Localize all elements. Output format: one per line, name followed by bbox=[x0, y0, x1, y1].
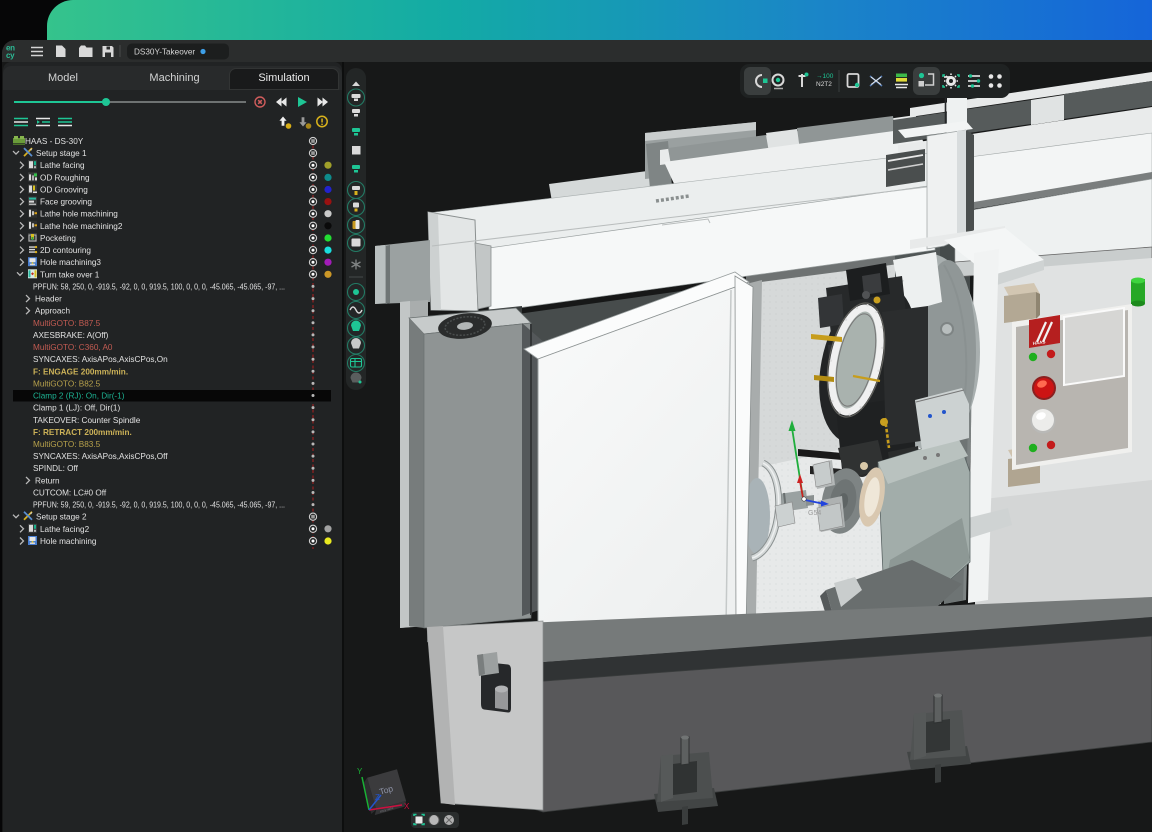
svg-text:Lathe facing2: Lathe facing2 bbox=[40, 525, 90, 534]
svg-text:SYNCAXES: AxisAPos,AxisCPos,Of: SYNCAXES: AxisAPos,AxisCPos,Off bbox=[33, 452, 168, 461]
svg-text:CUTCOM: LC#0 Off: CUTCOM: LC#0 Off bbox=[33, 489, 107, 498]
svg-text:Approach: Approach bbox=[35, 307, 70, 316]
svg-text:Return: Return bbox=[35, 476, 60, 485]
svg-text:Clamp 2 (RJ): On, Dir(-1): Clamp 2 (RJ): On, Dir(-1) bbox=[33, 392, 125, 401]
svg-text:SPINDL: Off: SPINDL: Off bbox=[33, 464, 79, 473]
svg-text:DS30Y-Takeover: DS30Y-Takeover bbox=[134, 48, 195, 57]
svg-text:Y: Y bbox=[357, 767, 363, 776]
svg-text:Pocketing: Pocketing bbox=[40, 234, 76, 243]
svg-text:MultiGOTO: C360, A0: MultiGOTO: C360, A0 bbox=[33, 343, 113, 352]
svg-text:2D contouring: 2D contouring bbox=[40, 246, 91, 255]
svg-text:Face grooving: Face grooving bbox=[40, 198, 92, 207]
svg-text:MultiGOTO: B83.5: MultiGOTO: B83.5 bbox=[33, 440, 101, 449]
svg-text:Z: Z bbox=[375, 793, 380, 802]
svg-text:SYNCAXES: AxisAPos,AxisCPos,On: SYNCAXES: AxisAPos,AxisCPos,On bbox=[33, 355, 168, 364]
svg-text:N2T2: N2T2 bbox=[816, 81, 832, 88]
svg-text:TAKEOVER: Counter Spindle: TAKEOVER: Counter Spindle bbox=[33, 416, 141, 425]
svg-text:OD Grooving: OD Grooving bbox=[40, 186, 88, 195]
svg-text:Hole machining3: Hole machining3 bbox=[40, 258, 101, 267]
svg-text:PPFUN: 58, 250, 0, -919.5, -92: PPFUN: 58, 250, 0, -919.5, -92, 0, 0, 91… bbox=[33, 282, 285, 291]
svg-text:Setup stage 2: Setup stage 2 bbox=[36, 513, 87, 522]
svg-text:X: X bbox=[404, 802, 410, 811]
svg-text:HAAS - DS-30Y: HAAS - DS-30Y bbox=[25, 137, 84, 146]
svg-text:PPFUN: 59, 250, 0, -919.5, -92: PPFUN: 59, 250, 0, -919.5, -92, 0, 0, 91… bbox=[33, 501, 285, 510]
svg-text:MultiGOTO: B87.5: MultiGOTO: B87.5 bbox=[33, 319, 101, 328]
svg-text:Clamp 1 (LJ): Off, Dir(1): Clamp 1 (LJ): Off, Dir(1) bbox=[33, 404, 120, 413]
svg-text:Setup stage 1: Setup stage 1 bbox=[36, 149, 87, 158]
svg-text:AXESBRAKE: A(Off): AXESBRAKE: A(Off) bbox=[33, 331, 109, 340]
svg-text:Lathe facing: Lathe facing bbox=[40, 161, 85, 170]
svg-text:F: RETRACT 200mm/min.: F: RETRACT 200mm/min. bbox=[33, 428, 132, 437]
svg-text:MultiGOTO: B82.5: MultiGOTO: B82.5 bbox=[33, 379, 101, 388]
svg-text:cy: cy bbox=[6, 51, 15, 60]
svg-text:Lathe hole machining: Lathe hole machining bbox=[40, 210, 118, 219]
svg-text:Turn take over 1: Turn take over 1 bbox=[40, 270, 100, 279]
svg-text:Hole machining: Hole machining bbox=[40, 537, 97, 546]
svg-text:Lathe hole machining2: Lathe hole machining2 bbox=[40, 222, 123, 231]
svg-text:F: ENGAGE 200mm/min.: F: ENGAGE 200mm/min. bbox=[33, 367, 128, 376]
svg-text:→100: →100 bbox=[816, 73, 834, 80]
svg-text:G54: G54 bbox=[808, 510, 821, 517]
svg-text:Header: Header bbox=[35, 295, 62, 304]
svg-text:OD Roughing: OD Roughing bbox=[40, 173, 90, 182]
